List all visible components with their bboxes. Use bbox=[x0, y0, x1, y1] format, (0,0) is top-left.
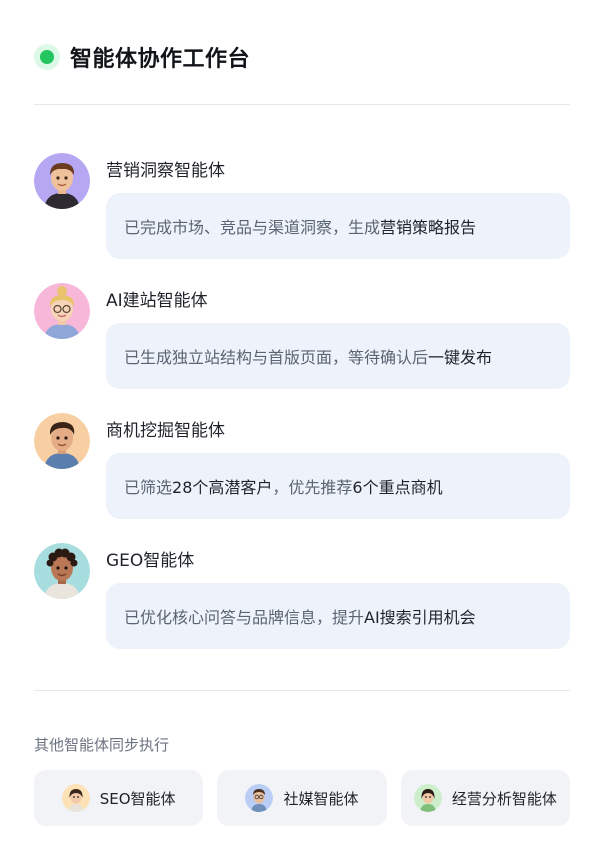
agent-name: 营销洞察智能体 bbox=[106, 161, 225, 181]
status-highlight: 营销策略报告 bbox=[380, 218, 477, 237]
agent-name: AI建站智能体 bbox=[106, 291, 208, 311]
online-status-icon bbox=[34, 44, 60, 70]
divider bbox=[34, 690, 570, 691]
status-text: 已完成市场、竞品与渠道洞察，生成 bbox=[124, 218, 381, 237]
avatar-woman-green-icon bbox=[413, 784, 442, 812]
status-text: 已生成独立站结构与首版页面，等待确认后 bbox=[124, 348, 429, 367]
chip-label: 经营分析智能体 bbox=[451, 789, 557, 808]
agent-status-bubble: 已完成市场、竞品与渠道洞察，生成 营销策略报告 bbox=[106, 193, 570, 259]
agent-chip-analytics[interactable]: 经营分析智能体 bbox=[400, 770, 570, 826]
agent-chip-seo[interactable]: SEO智能体 bbox=[34, 770, 204, 826]
avatar-woman-blonde-glasses-icon bbox=[34, 283, 90, 339]
other-agents-list: SEO智能体 社媒智能体 经营分析智能体 bbox=[34, 770, 570, 826]
avatar-man-brown-hair-icon bbox=[34, 153, 90, 209]
avatar-man-glasses-icon bbox=[245, 784, 274, 812]
agent-card-lead-mining[interactable]: 商机挖掘智能体 已筛选 28个高潜客户 ，优先推荐 6个重点商机 bbox=[34, 413, 570, 523]
chip-label: SEO智能体 bbox=[99, 789, 176, 808]
agent-status-bubble: 已筛选 28个高潜客户 ，优先推荐 6个重点商机 bbox=[106, 453, 570, 519]
divider bbox=[34, 104, 570, 105]
agent-status-bubble: 已生成独立站结构与首版页面，等待确认后 一键发布 bbox=[106, 323, 570, 389]
agent-card-geo[interactable]: GEO智能体 已优化核心问答与品牌信息，提升 AI搜索引用机会 bbox=[34, 543, 570, 653]
page-title: 智能体协作工作台 bbox=[70, 47, 251, 72]
section-title: 其他智能体同步执行 bbox=[34, 736, 170, 754]
status-text: 已筛选 bbox=[124, 478, 173, 497]
agent-card-marketing[interactable]: 营销洞察智能体 已完成市场、竞品与渠道洞察，生成 营销策略报告 bbox=[34, 153, 570, 263]
status-highlight: 28个高潜客户 bbox=[172, 478, 273, 497]
status-highlight: 一键发布 bbox=[428, 348, 493, 367]
avatar-man-curly-hair-icon bbox=[34, 543, 90, 599]
agent-status-bubble: 已优化核心问答与品牌信息，提升 AI搜索引用机会 bbox=[106, 583, 570, 649]
agent-workbench: 智能体协作工作台 营销洞察智能体 已完成市场、竞品与渠道洞察，生成营销策略报告 bbox=[0, 0, 604, 866]
status-highlight: 6个重点商机 bbox=[352, 478, 443, 497]
agent-card-site-builder[interactable]: AI建站智能体 已生成独立站结构与首版页面，等待确认后 一键发布 bbox=[34, 283, 570, 393]
chip-label: 社媒智能体 bbox=[283, 789, 359, 808]
agent-name: GEO智能体 bbox=[106, 551, 195, 571]
status-highlight: AI搜索引用机会 bbox=[364, 608, 476, 627]
header: 智能体协作工作台 bbox=[34, 40, 250, 74]
avatar-woman-icon bbox=[61, 784, 90, 812]
agent-name: 商机挖掘智能体 bbox=[106, 421, 225, 441]
status-text: ，优先推荐 bbox=[272, 478, 353, 497]
agent-chip-social[interactable]: 社媒智能体 bbox=[217, 770, 387, 826]
avatar-man-dark-hair-icon bbox=[34, 413, 90, 469]
status-text: 已优化核心问答与品牌信息，提升 bbox=[124, 608, 365, 627]
